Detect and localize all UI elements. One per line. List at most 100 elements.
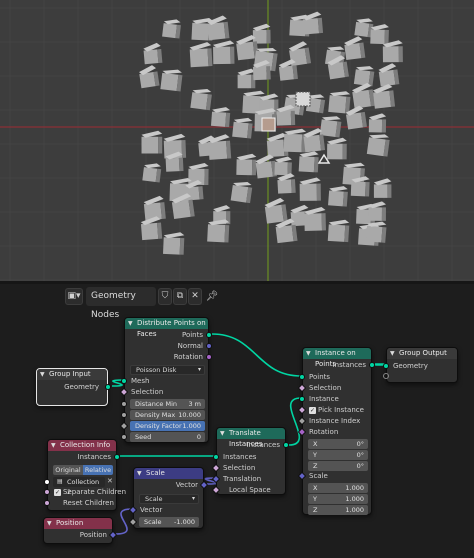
seed-field[interactable]: Seed 0: [130, 432, 205, 442]
collapse-chevron-icon[interactable]: ▼: [51, 440, 56, 451]
relative-toggle[interactable]: Relative: [83, 465, 113, 475]
collapse-chevron-icon[interactable]: ▼: [390, 348, 395, 359]
node-header[interactable]: ▼ Translate Instances: [217, 428, 285, 448]
cube-front-face: [264, 204, 284, 224]
input-socket-reset-children[interactable]: [44, 500, 50, 506]
cube-side-face: [179, 237, 185, 255]
collapse-chevron-icon[interactable]: ▼: [128, 318, 133, 329]
node-group-output[interactable]: ▼ Group Output Geometry: [383, 347, 458, 383]
input-socket-separate-children[interactable]: [44, 489, 50, 495]
collapse-chevron-icon[interactable]: ▼: [306, 348, 311, 359]
cube-side-face: [230, 46, 235, 64]
node-header[interactable]: ▼ Position: [44, 518, 112, 529]
socket-label-local-space: Local Space: [229, 486, 271, 494]
cube-front-face: [353, 69, 371, 86]
node-header[interactable]: ▼ Scale: [134, 468, 203, 479]
close-icon[interactable]: ✕: [107, 477, 113, 485]
node-tree-name-field[interactable]: Geometry Nodes: [86, 287, 156, 320]
node-group-input[interactable]: ▼ Group Input Geometry: [36, 368, 111, 406]
node-distribute-points-on-faces[interactable]: ▼ Distribute Points on Faces Points Norm…: [119, 317, 212, 443]
collapse-chevron-icon[interactable]: ▼: [40, 369, 45, 380]
input-socket-seed[interactable]: [121, 434, 127, 440]
instance-cube: [274, 156, 292, 176]
cube-front-face: [185, 186, 200, 201]
field-value: 1.000: [345, 495, 364, 503]
cube-front-face: [143, 49, 159, 65]
link-points-to-points[interactable]: [211, 333, 302, 377]
input-socket-empty[interactable]: [383, 373, 389, 379]
node-vector-scale[interactable]: ▼ Scale Vector Scale ▾ Vector Scale -1.0…: [128, 467, 209, 529]
distribute-method-dropdown[interactable]: Poisson Disk ▾: [130, 365, 205, 375]
field-label: Y: [313, 451, 317, 459]
cube-front-face: [327, 62, 346, 80]
input-socket-mesh[interactable]: [121, 378, 127, 384]
distance-min-field[interactable]: Distance Min 3 m: [130, 399, 205, 409]
collapse-chevron-icon[interactable]: ▼: [220, 428, 225, 439]
instance-cube: [230, 182, 253, 204]
input-socket-instances[interactable]: [213, 454, 219, 460]
input-socket-distance-min[interactable]: [121, 401, 127, 407]
instance-cube: [365, 221, 387, 243]
scale-x-field[interactable]: X 1.000: [308, 483, 368, 493]
separate-children-checkbox[interactable]: ✓: [54, 489, 61, 496]
rotation-y-field[interactable]: Y 0°: [308, 450, 368, 460]
instance-cube: [298, 151, 319, 173]
unlink-tree-button[interactable]: ✕: [188, 288, 202, 305]
scale-z-field[interactable]: Z 1.000: [308, 505, 368, 515]
node-header[interactable]: ▼ Group Input: [37, 369, 107, 380]
collapse-chevron-icon[interactable]: ▼: [137, 468, 142, 479]
node-editor[interactable]: ▣▾ Geometry Nodes ⛉ ⧉ ✕ 📌︎ ▼ Group Input…: [0, 284, 474, 558]
operation-dropdown[interactable]: Scale ▾: [139, 494, 199, 504]
field-label: Scale: [144, 518, 162, 526]
cube-front-face: [283, 133, 303, 153]
cube-front-face: [368, 119, 383, 133]
node-instance-on-points[interactable]: ▼ Instance on Points Instances Points Se…: [297, 347, 375, 515]
cube-side-face: [316, 183, 321, 201]
output-socket-instances[interactable]: [369, 362, 375, 368]
node-header[interactable]: ▼ Distribute Points on Faces: [125, 318, 208, 338]
editor-type-button[interactable]: ▣▾: [65, 288, 83, 305]
node-collection-info[interactable]: ▼ Collection Info Instances Original Rel…: [44, 439, 126, 511]
output-socket-instances[interactable]: [114, 454, 120, 460]
socket-label-rotation: Rotation: [309, 428, 339, 436]
rotation-z-field[interactable]: Z 0°: [308, 461, 368, 471]
cube-front-face: [299, 183, 317, 201]
input-socket-points[interactable]: [299, 374, 305, 380]
cube-front-face: [230, 184, 249, 203]
density-factor-field[interactable]: Density Factor 1.000: [130, 421, 205, 431]
cube-front-face: [354, 21, 370, 37]
collapse-chevron-icon[interactable]: ▼: [47, 518, 52, 529]
field-label: X: [313, 484, 318, 492]
socket-label-points: Points: [181, 331, 203, 339]
node-header[interactable]: ▼ Group Output: [387, 348, 457, 359]
fake-user-button[interactable]: ⛉: [158, 288, 172, 305]
output-socket-normal[interactable]: [206, 343, 212, 349]
duplicate-tree-button[interactable]: ⧉: [173, 288, 187, 305]
density-max-field[interactable]: Density Max 10.000: [130, 410, 205, 420]
input-socket-geometry[interactable]: [383, 363, 389, 369]
output-socket-geometry[interactable]: [105, 384, 111, 390]
node-header[interactable]: ▼ Collection Info: [48, 440, 116, 451]
field-value: 0: [196, 433, 201, 441]
viewport-canvas[interactable]: [0, 0, 474, 281]
input-socket-collection[interactable]: [44, 479, 50, 485]
pick-instance-checkbox[interactable]: ✓: [309, 407, 316, 414]
scale-y-field[interactable]: Y 1.000: [308, 494, 368, 504]
collection-selector[interactable]: ▤ Collection 2: [53, 477, 105, 496]
output-socket-points[interactable]: [206, 332, 212, 338]
field-label: X: [313, 440, 318, 448]
original-toggle[interactable]: Original: [53, 465, 83, 475]
3d-viewport[interactable]: [0, 0, 474, 281]
node-header[interactable]: ▼ Instance on Points: [303, 348, 371, 368]
input-socket-instance[interactable]: [299, 396, 305, 402]
cube-front-face: [382, 46, 399, 63]
field-value: 1.000: [345, 484, 364, 492]
output-socket-instances[interactable]: [283, 442, 289, 448]
rotation-x-field[interactable]: X 0°: [308, 439, 368, 449]
node-position[interactable]: ▼ Position Position: [43, 517, 118, 544]
scale-factor-field[interactable]: Scale -1.000: [139, 517, 199, 527]
pin-button[interactable]: 📌︎: [205, 288, 219, 305]
node-translate-instances[interactable]: ▼ Translate Instances Instances Instance…: [211, 427, 289, 495]
input-socket-density-max[interactable]: [121, 412, 127, 418]
output-socket-rotation[interactable]: [206, 354, 212, 360]
